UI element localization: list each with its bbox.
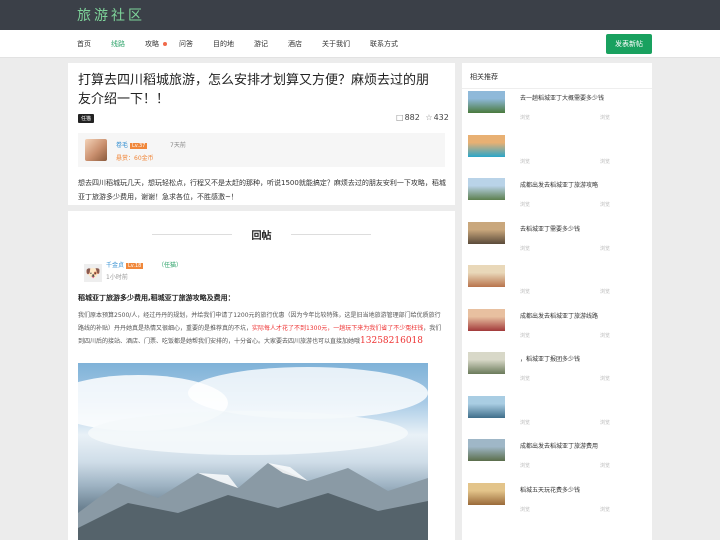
related-item-title[interactable]: 去一趟稻城亚丁大概需要多少钱 xyxy=(520,93,604,102)
reward-text: 悬赏：60金币 xyxy=(116,155,154,162)
question-card: 打算去四川稻城旅游，怎么安排才划算又方便？麻烦去过的朋友介绍一下！！ 任猫 □8… xyxy=(68,63,455,205)
related-thumbnail[interactable] xyxy=(468,134,505,157)
divider xyxy=(462,88,652,89)
related-item-meta: 浏览 xyxy=(600,202,611,208)
author-name[interactable]: 卷毛 Lv.37 xyxy=(116,140,148,149)
related-item-meta: 浏览 xyxy=(600,419,611,426)
reply-body: 我们原本预算2500/人，经过丹丹的规划，并给我们申请了1200元的旅行优惠（因… xyxy=(78,312,442,346)
related-item-meta: 浏览 xyxy=(600,463,611,469)
related-item-title[interactable]: ，稻城亚丁报团多少钱 xyxy=(520,354,580,363)
related-item-meta: 浏览 xyxy=(520,289,531,295)
reply-highlight: 实际每人才花了不到1300元，一趟玩下来为我们省了不少冤枉钱 xyxy=(252,325,424,332)
star-count: 432 xyxy=(433,113,449,122)
post-new-button[interactable]: 发表新帖 xyxy=(606,34,652,54)
nav-item-travelogues[interactable]: 游记 xyxy=(254,39,268,49)
question-body: 想去四川稻城玩几天，想玩轻松点，行程又不是太赶的那种，听说1500就能搞定？麻烦… xyxy=(78,179,446,201)
related-item-meta: 浏览 xyxy=(520,158,531,165)
related-item-meta: 浏览 xyxy=(600,115,611,121)
avatar[interactable] xyxy=(85,139,107,161)
post-time: 7天前 xyxy=(170,142,186,149)
site-logo[interactable]: 旅游社区 xyxy=(77,5,145,25)
related-item-title[interactable]: 成都出发去稻城亚丁旅游线路 xyxy=(520,311,598,320)
nav-item-hotels[interactable]: 酒店 xyxy=(288,39,302,49)
related-item-meta: 浏览 xyxy=(520,115,531,121)
related-thumbnail[interactable] xyxy=(468,352,505,374)
related-item-meta: 浏览 xyxy=(520,202,531,208)
related-item-title[interactable]: 成都出发去稻城亚丁旅游攻略 xyxy=(520,180,598,189)
nav-item-qa[interactable]: 问答 xyxy=(179,39,193,49)
related-thumbnail[interactable] xyxy=(468,482,505,505)
related-item-title[interactable]: 稻城五天玩花费多少钱 xyxy=(520,485,580,494)
related-item-meta: 浏览 xyxy=(520,463,531,469)
question-tag[interactable]: 任猫 xyxy=(78,114,95,123)
related-thumbnail[interactable] xyxy=(468,439,505,461)
comment-icon: □ xyxy=(396,113,404,122)
top-header: 旅游社区 xyxy=(0,0,720,30)
nav-item-about[interactable]: 关于我们 xyxy=(322,39,350,49)
related-thumbnail[interactable] xyxy=(468,91,505,113)
reply-section-header: 回帖 xyxy=(68,227,455,242)
sidebar-title: 相关推荐 xyxy=(470,73,498,81)
related-item-meta: 浏览 xyxy=(520,376,531,382)
related-item-meta: 浏览 xyxy=(600,332,611,339)
related-thumbnail[interactable] xyxy=(468,178,505,200)
related-item-meta: 浏览 xyxy=(520,506,531,513)
sidebar-card: 相关推荐 去一趟稻城亚丁大概需要多少钱 浏览 浏览 浏览 浏览 成都出发去稻城亚丁旅游攻略… xyxy=(462,63,652,540)
level-badge: Lv.18 xyxy=(126,263,144,269)
related-thumbnail[interactable] xyxy=(468,308,505,331)
related-thumbnail[interactable] xyxy=(468,221,505,244)
related-item-meta: 浏览 xyxy=(600,245,611,252)
related-item-meta: 浏览 xyxy=(520,245,531,252)
main-nav: 首页 线路 攻略 问答 目的地 游记 酒店 关于我们 联系方式 发表新帖 xyxy=(0,30,720,58)
level-badge: Lv.37 xyxy=(130,143,148,149)
reply-author-name[interactable]: 千金贞 Lv.18 xyxy=(106,260,144,269)
related-item-meta: 浏览 xyxy=(600,376,611,382)
related-item-title[interactable]: 成都出发去稻城亚丁旅游费用 xyxy=(520,441,598,450)
view-count: 882 xyxy=(404,113,420,122)
avatar[interactable]: 🐶 xyxy=(84,264,102,282)
phone-number[interactable]: 13258216018 xyxy=(360,336,423,346)
mountain-photo xyxy=(78,363,428,540)
related-item-meta: 浏览 xyxy=(600,506,611,513)
reply-section-title: 回帖 xyxy=(251,231,272,242)
related-item-meta: 浏览 xyxy=(600,158,611,165)
reply-heading: 稻城亚丁旅游多少费用,稻城亚丁旅游攻略及费用： xyxy=(78,294,235,302)
related-thumbnail[interactable] xyxy=(468,395,505,418)
nav-item-routes[interactable]: 线路 xyxy=(111,39,125,49)
question-stats: □882 ☆432 xyxy=(396,113,449,122)
nav-item-home[interactable]: 首页 xyxy=(77,39,91,49)
related-item-title[interactable]: 去稻城亚丁需要多少钱 xyxy=(520,224,580,233)
question-author-box: 卷毛 Lv.37 7天前 悬赏：60金币 xyxy=(78,133,445,167)
nav-item-contact[interactable]: 联系方式 xyxy=(370,39,398,49)
reply-author-tag: （任猫） xyxy=(158,262,183,269)
nav-item-destinations[interactable]: 目的地 xyxy=(213,39,234,49)
nav-item-guides[interactable]: 攻略 xyxy=(145,39,159,49)
new-dot-icon xyxy=(163,42,167,46)
related-item-meta: 浏览 xyxy=(600,289,611,295)
related-thumbnail[interactable] xyxy=(468,265,505,287)
star-icon[interactable]: ☆ xyxy=(425,113,432,122)
related-item-meta: 浏览 xyxy=(520,332,531,339)
related-item-meta: 浏览 xyxy=(520,419,531,426)
reply-card: 回帖 🐶 千金贞 Lv.18 （任猫） 1小时前 稻城亚丁旅游多少费用,稻城亚丁旅… xyxy=(68,211,455,540)
question-title: 打算去四川稻城旅游，怎么安排才划算又方便？麻烦去过的朋友介绍一下！！ xyxy=(78,73,430,107)
reply-time: 1小时前 xyxy=(106,274,128,281)
